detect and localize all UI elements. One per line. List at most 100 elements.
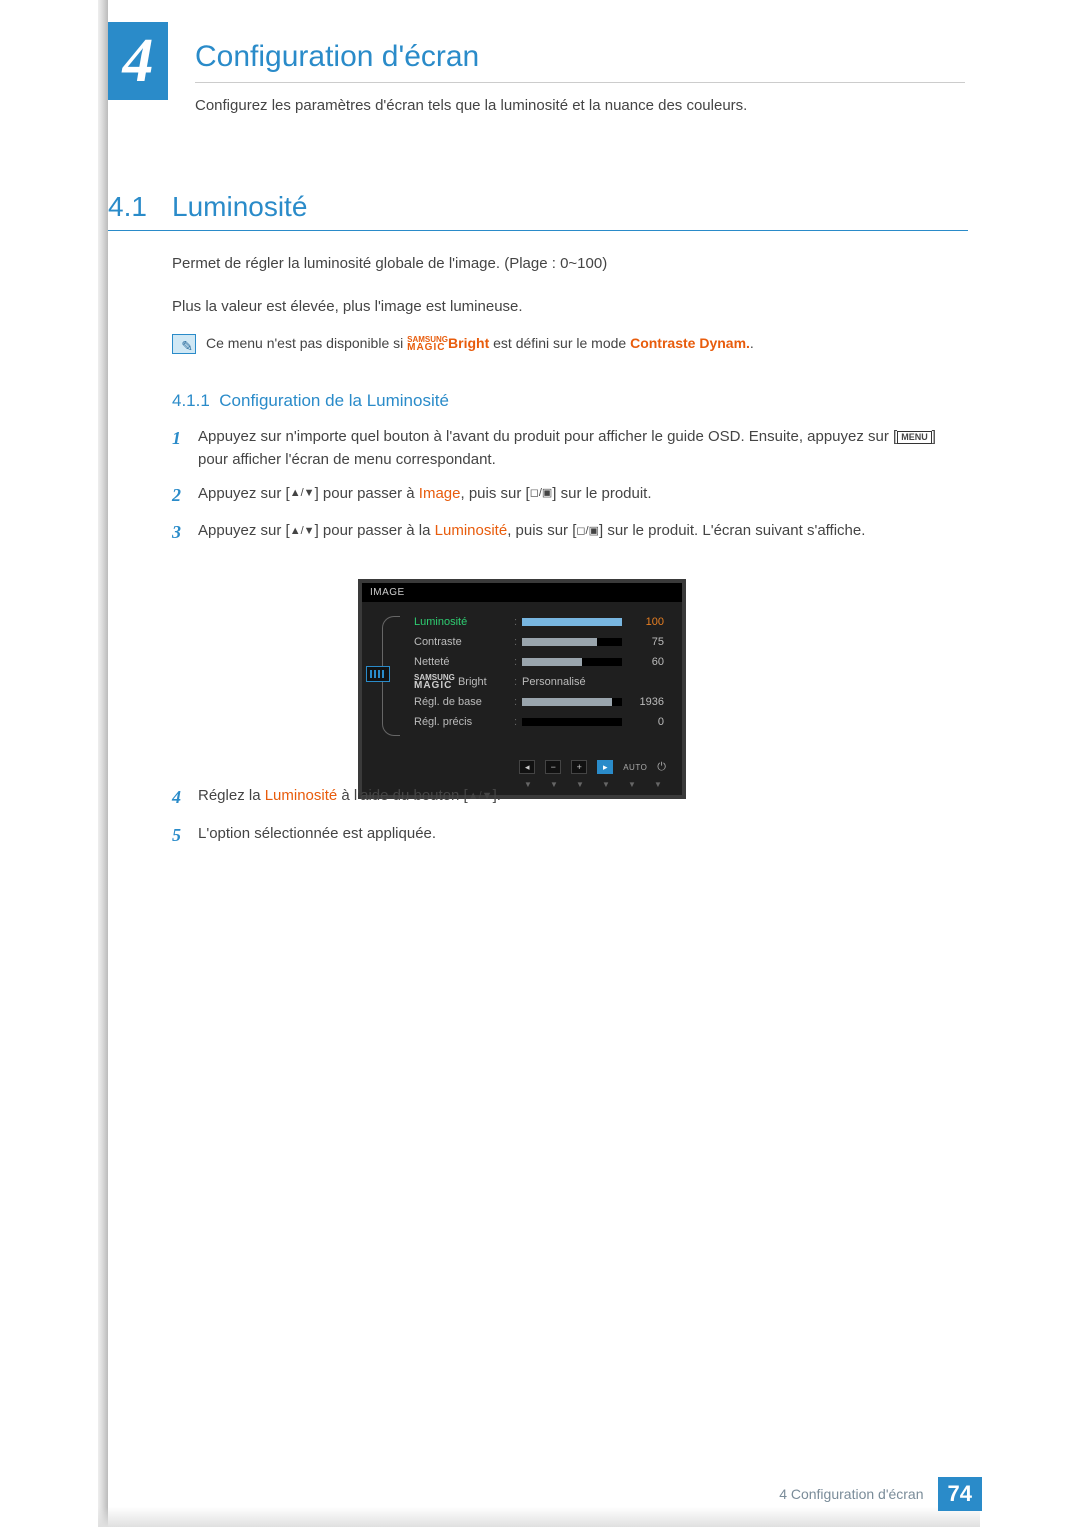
section-title: Luminosité [172, 191, 307, 223]
osd-bar [522, 698, 622, 706]
osd-label: SAMSUNGMAGIC Bright [414, 674, 514, 690]
osd-enter-button[interactable]: ▸ [597, 760, 613, 774]
osd-text-value: Personnalisé [522, 676, 630, 688]
step-2-text: Appuyez sur [▲/▼] pour passer à Image, p… [198, 482, 652, 505]
osd-value: 75 [630, 636, 664, 648]
osd-bar [522, 718, 622, 726]
menu-button-glyph: MENU [897, 431, 932, 444]
step-3: 3 Appuyez sur [▲/▼] pour passer à la Lum… [172, 519, 968, 547]
step-5: 5 L'option sélectionnée est appliquée. [172, 822, 968, 850]
brand-bottom: MAGIC [407, 342, 445, 353]
osd-row-regl-precis: Régl. précis : 0 [414, 712, 664, 732]
step-1-text: Appuyez sur n'importe quel bouton à l'av… [198, 425, 968, 472]
s2d: ] sur le produit. [552, 485, 651, 502]
section-number: 4.1 [108, 191, 147, 223]
note-bright: Bright [448, 335, 489, 351]
osd-value: 0 [630, 716, 664, 728]
osd-colon: : [514, 696, 522, 708]
osd-bar-fill [522, 698, 612, 706]
note-contraste-dynam: Contraste Dynam. [630, 335, 750, 351]
steps-list-bottom: 4 Réglez la Luminosité à l'aide du bouto… [172, 784, 968, 860]
osd-minus-button[interactable]: − [545, 760, 561, 774]
osd-power-icon[interactable]: ⏻ [657, 761, 666, 774]
osd-colon: : [514, 616, 522, 628]
section-paragraph-2: Plus la valeur est élevée, plus l'image … [172, 298, 523, 315]
osd-bar-fill [522, 638, 597, 646]
up-down-arrows-icon: ▲/▼ [290, 488, 315, 499]
subsection-num: 4.1.1 [172, 391, 210, 410]
osd-label: Luminosité [414, 616, 514, 628]
osd-auto-label[interactable]: AUTO [623, 763, 647, 772]
step-4: 4 Réglez la Luminosité à l'aide du bouto… [172, 784, 968, 812]
up-down-arrows-icon: ▲/▼ [468, 791, 493, 802]
subsection-title: Configuration de la Luminosité [219, 391, 449, 410]
osd-label: Contraste [414, 636, 514, 648]
subsection-heading: 4.1.1 Configuration de la Luminosité [172, 391, 449, 411]
step-2: 2 Appuyez sur [▲/▼] pour passer à Image,… [172, 482, 968, 510]
s3-lum: Luminosité [435, 522, 508, 539]
section-paragraph-1: Permet de régler la luminosité globale d… [172, 255, 607, 272]
osd-bar-fill [522, 658, 582, 666]
osd-colon: : [514, 676, 522, 688]
step-1-num: 1 [172, 425, 186, 453]
footer-page-number: 74 [938, 1477, 982, 1511]
source-enter-icon: ◻/▣ [530, 488, 553, 499]
chapter-intro: Configurez les paramètres d'écran tels q… [195, 97, 747, 114]
s3b: ] pour passer à la [315, 522, 435, 539]
note-pre: Ce menu n'est pas disponible si [206, 335, 407, 351]
page-footer: 4 Configuration d'écran 74 [779, 1477, 982, 1511]
s4c: ]. [493, 787, 501, 804]
osd-value: 60 [630, 656, 664, 668]
osd-label: Netteté [414, 656, 514, 668]
osd-bar-fill [522, 618, 622, 626]
s2c: , puis sur [ [461, 485, 530, 502]
s1a: Appuyez sur n'importe quel bouton à l'av… [198, 428, 897, 445]
osd-value: 1936 [630, 696, 664, 708]
s4b: à l'aide du bouton [ [337, 787, 467, 804]
osd-colon: : [514, 716, 522, 728]
osd-bar [522, 658, 622, 666]
osd-row-nettete: Netteté : 60 [414, 652, 664, 672]
s3a: Appuyez sur [ [198, 522, 290, 539]
note-mid: est défini sur le mode [489, 335, 630, 351]
osd-panel: IMAGE Luminosité : 100 Contraste : 75 Ne… [358, 579, 686, 799]
chapter-underline [195, 82, 965, 83]
page-edge-gradient [98, 0, 108, 1527]
s2a: Appuyez sur [ [198, 485, 290, 502]
step-1: 1 Appuyez sur n'importe quel bouton à l'… [172, 425, 968, 472]
steps-list-top: 1 Appuyez sur n'importe quel bouton à l'… [172, 425, 968, 557]
s4a: Réglez la [198, 787, 265, 804]
osd-brand: SAMSUNGMAGIC [414, 674, 455, 690]
osd-bar [522, 618, 622, 626]
osd-header: IMAGE [362, 583, 682, 602]
chapter-number-badge: 4 [108, 22, 168, 100]
osd-colon: : [514, 636, 522, 648]
step-3-text: Appuyez sur [▲/▼] pour passer à la Lumin… [198, 519, 865, 542]
s2-image: Image [419, 485, 461, 502]
footer-text: 4 Configuration d'écran [779, 1486, 923, 1502]
step-4-num: 4 [172, 784, 186, 812]
section-underline [108, 230, 968, 231]
osd-label: Régl. précis [414, 716, 514, 728]
note-text: Ce menu n'est pas disponible si SAMSUNGM… [206, 334, 754, 354]
osd-plus-button[interactable]: + [571, 760, 587, 774]
osd-row-magic-bright: SAMSUNGMAGIC Bright : Personnalisé [414, 672, 664, 692]
chapter-title: Configuration d'écran [195, 40, 479, 74]
osd-body: Luminosité : 100 Contraste : 75 Netteté … [362, 602, 682, 756]
osd-back-button[interactable]: ◂ [519, 760, 535, 774]
up-down-arrows-icon: ▲/▼ [290, 526, 315, 537]
osd-row-contraste: Contraste : 75 [414, 632, 664, 652]
osd-category-icon [366, 666, 390, 682]
note-icon [172, 334, 196, 354]
s3d: ] sur le produit. L'écran suivant s'affi… [599, 522, 865, 539]
step-3-num: 3 [172, 519, 186, 547]
note-dot: . [750, 335, 754, 351]
note-row: Ce menu n'est pas disponible si SAMSUNGM… [172, 334, 754, 354]
osd-label: Régl. de base [414, 696, 514, 708]
s2b: ] pour passer à [315, 485, 419, 502]
step-2-num: 2 [172, 482, 186, 510]
osd-row-regl-base: Régl. de base : 1936 [414, 692, 664, 712]
osd-footer: ◂ − + ▸ AUTO ⏻ [362, 756, 682, 780]
osd-brand-suf: Bright [455, 676, 487, 688]
osd-colon: : [514, 656, 522, 668]
